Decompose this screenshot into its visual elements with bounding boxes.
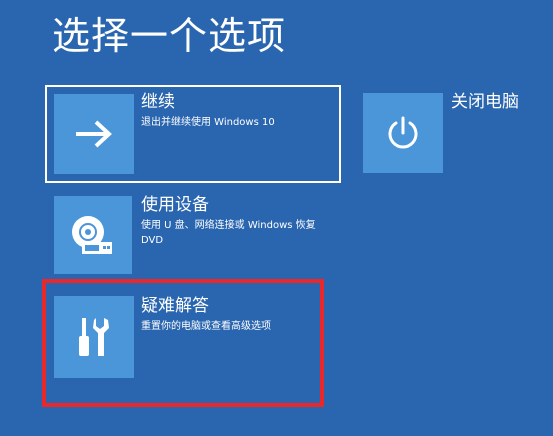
troubleshoot-title: 疑难解答	[141, 296, 209, 316]
shutdown-option[interactable]: 关闭电脑	[355, 85, 545, 183]
disc-drive-icon	[72, 216, 112, 254]
shutdown-tile	[363, 93, 443, 173]
use-device-tile	[54, 196, 132, 274]
troubleshoot-tile	[54, 296, 134, 378]
shutdown-title: 关闭电脑	[451, 92, 519, 112]
troubleshoot-option[interactable]: 疑难解答 重置你的电脑或查看高级选项	[45, 287, 341, 387]
use-device-option[interactable]: 使用设备 使用 U 盘、网络连接或 Windows 恢复 DVD	[45, 187, 341, 277]
page-title: 选择一个选项	[52, 14, 287, 58]
continue-title: 继续	[141, 92, 175, 112]
continue-tile	[54, 94, 134, 174]
power-icon	[388, 116, 418, 149]
use-device-description: 使用 U 盘、网络连接或 Windows 恢复 DVD	[141, 220, 316, 246]
tools-icon	[79, 318, 109, 356]
use-device-title: 使用设备	[141, 195, 209, 215]
continue-description: 退出并继续使用 Windows 10	[141, 117, 275, 128]
continue-option[interactable]: 继续 退出并继续使用 Windows 10	[45, 85, 341, 183]
arrow-right-icon	[76, 120, 112, 148]
troubleshoot-description: 重置你的电脑或查看高级选项	[141, 321, 271, 332]
